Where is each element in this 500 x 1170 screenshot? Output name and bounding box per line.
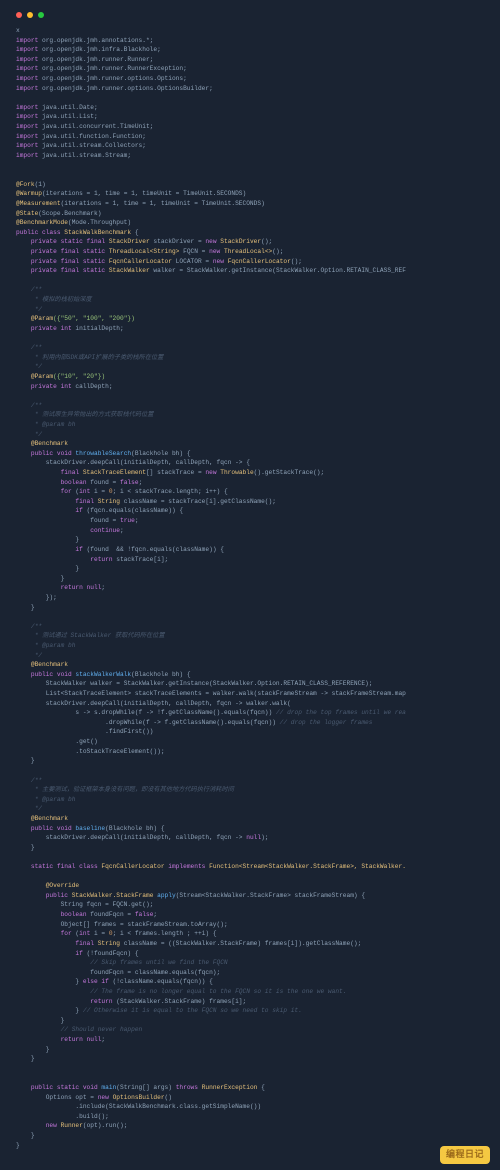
close-icon[interactable]	[16, 12, 22, 18]
watermark-badge: 编程日记	[440, 1146, 490, 1164]
minimize-icon[interactable]	[27, 12, 33, 18]
window-titlebar	[16, 12, 484, 18]
maximize-icon[interactable]	[38, 12, 44, 18]
code-block: x import org.openjdk.jmh.annotations.*; …	[16, 26, 484, 1150]
